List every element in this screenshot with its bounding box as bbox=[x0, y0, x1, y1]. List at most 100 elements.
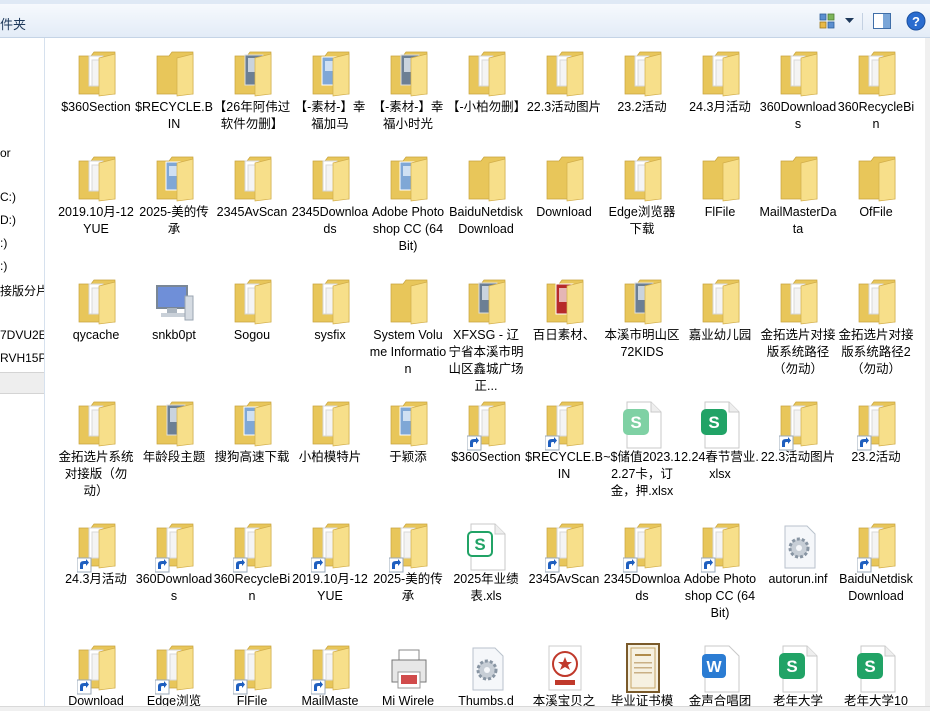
nav-item-network[interactable]: 7DVU2E bbox=[0, 328, 44, 342]
xlsx-icon: S bbox=[857, 642, 897, 696]
folder-icon bbox=[233, 153, 273, 207]
folder-icon bbox=[311, 276, 351, 330]
file-item-label: BaiduNetdiskDownload bbox=[449, 205, 523, 236]
nav-item-drive-d[interactable]: D:) bbox=[0, 213, 16, 227]
xlsx-icon: S bbox=[779, 642, 819, 696]
folder-icon bbox=[701, 153, 741, 207]
folder-icon bbox=[857, 153, 897, 207]
nav-item-folder[interactable]: 接版分片 bbox=[0, 282, 44, 299]
file-item-label: 年龄段主题 bbox=[142, 450, 206, 464]
folder-icon bbox=[155, 153, 195, 207]
file-list[interactable]: $360Section $RECYCLE.BIN 【26年阿伟过软件勿删】 【-… bbox=[45, 38, 925, 710]
folder-icon bbox=[701, 276, 741, 330]
folder-icon bbox=[857, 276, 897, 330]
file-item-label: System Volume Information bbox=[369, 328, 447, 376]
folder-icon bbox=[233, 48, 273, 102]
folder-icon bbox=[389, 48, 429, 102]
file-item-label: 搜狗高速下载 bbox=[214, 450, 290, 464]
nav-item-drive-c[interactable]: C:) bbox=[0, 190, 16, 204]
folder-icon bbox=[154, 520, 195, 574]
file-item-label: Adobe Photoshop CC (64 Bit) bbox=[371, 205, 445, 253]
file-item-label: BaiduNetdiskDownload bbox=[839, 572, 913, 603]
toolbar: 件夹 ? bbox=[0, 4, 930, 38]
svg-text:S: S bbox=[786, 657, 797, 676]
file-item-label: OfFile bbox=[859, 205, 893, 219]
file-item-label: 小柏模特片 bbox=[298, 450, 362, 464]
docx-icon: W bbox=[701, 642, 741, 696]
file-item-label: MailMasterData bbox=[759, 205, 837, 236]
folder-icon bbox=[467, 48, 507, 102]
status-bar bbox=[0, 706, 930, 711]
folder-icon bbox=[154, 642, 195, 696]
file-item-label: 于颖添 bbox=[389, 450, 427, 464]
xlsx-light-icon: S bbox=[623, 398, 663, 452]
svg-text:S: S bbox=[864, 657, 875, 676]
file-item-label: 金拓选片对接版系统路径2（勿动） bbox=[838, 328, 914, 376]
folder-icon bbox=[857, 48, 897, 102]
file-item-label: 2345Downloads bbox=[291, 205, 369, 236]
file-item-label: 2.24春节营业.xlsx bbox=[681, 450, 759, 481]
file-item-label: $RECYCLE.BIN bbox=[135, 100, 213, 131]
xlsx-outline-icon: S bbox=[467, 520, 507, 574]
gear-file-icon bbox=[467, 642, 507, 696]
folder-icon bbox=[778, 398, 819, 452]
file-item-label: 【-素材-】幸福小时光 bbox=[372, 100, 444, 131]
folder-icon bbox=[77, 398, 117, 452]
file-item-label: 360RecycleBin bbox=[837, 100, 915, 131]
file-item-label: 金拓选片对接版系统路径（勿动） bbox=[760, 328, 836, 376]
file-item-label: 2025-美的传承 bbox=[373, 572, 443, 603]
file-item-label: $RECYCLE.BIN bbox=[525, 450, 603, 481]
folder-icon bbox=[77, 276, 117, 330]
toolbar-separator bbox=[862, 13, 863, 30]
nav-item-network[interactable]: RVH15P bbox=[0, 351, 44, 365]
folder-icon bbox=[389, 153, 429, 207]
file-item-label: 2025年业绩表.xls bbox=[453, 572, 519, 603]
folder-icon bbox=[311, 398, 351, 452]
view-options-icon[interactable] bbox=[818, 11, 836, 31]
file-item-label: 【26年阿伟过软件勿删】 bbox=[213, 100, 291, 131]
svg-text:S: S bbox=[474, 535, 485, 554]
file-item-label: $360Section bbox=[61, 100, 131, 114]
file-item-label: 24.3月活动 bbox=[689, 100, 751, 114]
file-item-label: 【-小柏勿删】 bbox=[447, 100, 527, 114]
nav-item-drive[interactable]: :) bbox=[0, 236, 7, 250]
folder-icon bbox=[544, 398, 585, 452]
file-item-label: 2019.10月-12YUE bbox=[292, 572, 368, 603]
folder-icon bbox=[623, 276, 663, 330]
certificate-icon bbox=[623, 642, 663, 696]
file-item-label: 2025-美的传承 bbox=[139, 205, 209, 236]
file-item-label: 2345AvScan bbox=[216, 205, 288, 219]
chevron-down-icon[interactable] bbox=[842, 11, 856, 31]
file-item-label: autorun.inf bbox=[768, 572, 828, 586]
nav-horizontal-scrollbar[interactable] bbox=[0, 372, 44, 394]
folder-icon bbox=[76, 642, 117, 696]
file-item-label: 2345Downloads bbox=[603, 572, 681, 603]
folder-icon bbox=[76, 520, 117, 574]
folder-icon bbox=[77, 48, 117, 102]
file-item-label: qycache bbox=[72, 328, 120, 342]
nav-item[interactable]: or bbox=[0, 146, 11, 160]
file-item-label: 360RecycleBin bbox=[213, 572, 291, 603]
file-item-label: 2345AvScan bbox=[528, 572, 600, 586]
folder-icon bbox=[856, 520, 897, 574]
navigation-pane[interactable]: or C:) D:) :) :) 接版分片 7DVU2E RVH15P bbox=[0, 38, 45, 710]
vertical-scrollbar[interactable] bbox=[925, 38, 930, 710]
file-item-label: $360Section bbox=[451, 450, 521, 464]
folder-icon bbox=[155, 48, 195, 102]
folder-icon bbox=[856, 398, 897, 452]
file-item-label: 24.3月活动 bbox=[65, 572, 127, 586]
folder-icon bbox=[311, 153, 351, 207]
folder-icon bbox=[779, 276, 819, 330]
svg-text:S: S bbox=[708, 413, 719, 432]
svg-text:W: W bbox=[706, 659, 722, 676]
folder-icon bbox=[700, 520, 741, 574]
preview-pane-icon[interactable] bbox=[872, 11, 892, 31]
folder-icon bbox=[779, 48, 819, 102]
file-item-label: 百日素材、 bbox=[532, 328, 596, 342]
file-item-label: 360Downloads bbox=[759, 100, 837, 131]
file-item-label: Sogou bbox=[233, 328, 271, 342]
svg-text:?: ? bbox=[912, 14, 920, 29]
printer-icon bbox=[389, 642, 429, 696]
help-icon[interactable]: ? bbox=[906, 11, 926, 31]
nav-item-drive[interactable]: :) bbox=[0, 259, 7, 273]
